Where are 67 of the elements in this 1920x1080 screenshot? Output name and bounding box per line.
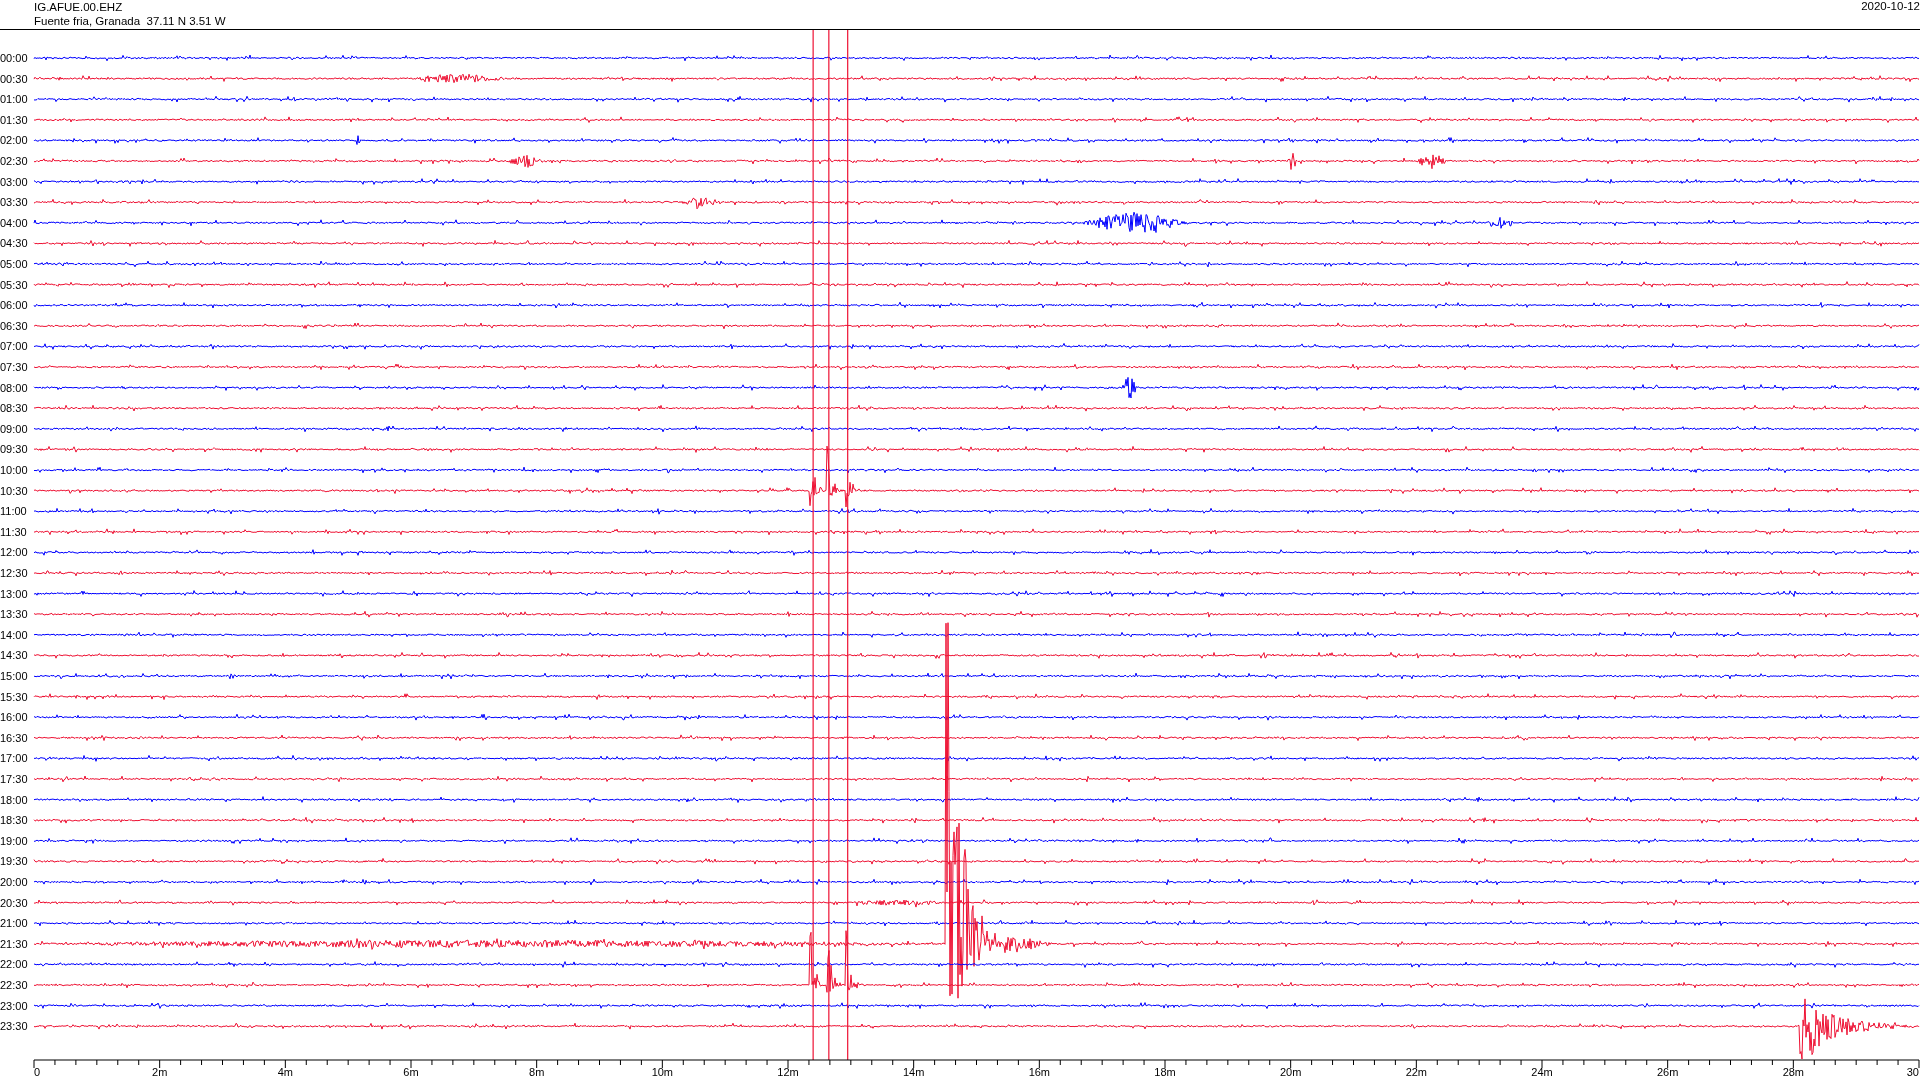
axis-tick-label: 16m xyxy=(1028,1066,1051,1078)
time-label: 03:00 xyxy=(0,175,28,188)
time-label: 10:00 xyxy=(0,464,28,476)
time-label: 12:30 xyxy=(0,567,28,579)
time-label: 06:00 xyxy=(0,299,28,312)
time-label: 18:00 xyxy=(0,793,28,806)
time-label: 13:00 xyxy=(0,587,28,600)
time-label: 07:00 xyxy=(0,340,28,353)
axis-tick-label: 12m xyxy=(777,1066,799,1078)
axis-tick-label: 0 xyxy=(34,1066,41,1078)
time-label: 05:00 xyxy=(0,258,28,270)
time-label: 04:30 xyxy=(0,237,28,250)
axis-tick-label: 18m xyxy=(1154,1066,1176,1078)
axis-tick-label: 24m xyxy=(1531,1066,1553,1078)
time-label: 15:30 xyxy=(0,690,28,703)
record-date: 2020-10-12 xyxy=(1861,0,1920,13)
axis-tick-label: 28m xyxy=(1782,1066,1805,1078)
time-label: 23:00 xyxy=(0,999,28,1012)
time-label: 17:30 xyxy=(0,773,28,785)
time-label: 23:30 xyxy=(0,1020,28,1033)
axis-tick-label: 4m xyxy=(277,1066,293,1078)
time-label: 19:00 xyxy=(0,834,28,847)
time-label: 11:00 xyxy=(0,505,27,518)
time-label: 18:30 xyxy=(0,814,28,827)
time-label: 14:00 xyxy=(0,628,28,641)
time-label: 08:00 xyxy=(0,381,28,394)
time-label: 21:30 xyxy=(0,937,28,950)
time-label: 08:30 xyxy=(0,402,28,415)
time-label: 11:30 xyxy=(0,525,27,538)
time-label: 06:30 xyxy=(0,319,28,332)
time-label: 01:00 xyxy=(0,93,28,106)
axis-tick-label: 14m xyxy=(902,1066,925,1078)
time-label: 16:30 xyxy=(0,731,28,744)
axis-tick-label: 26m xyxy=(1656,1066,1679,1078)
time-label: 19:30 xyxy=(0,855,28,868)
time-label: 03:30 xyxy=(0,196,28,209)
time-label: 09:30 xyxy=(0,443,28,456)
time-label: 20:30 xyxy=(0,896,28,909)
time-label: 20:00 xyxy=(0,876,28,888)
time-label: 10:30 xyxy=(0,484,28,497)
time-label: 22:30 xyxy=(0,979,28,991)
time-label: 15:00 xyxy=(0,670,28,682)
time-label: 13:30 xyxy=(0,608,28,621)
time-label: 14:30 xyxy=(0,649,28,662)
time-label: 17:00 xyxy=(0,752,28,765)
time-label: 05:30 xyxy=(0,278,28,291)
time-label: 04:00 xyxy=(0,216,28,229)
time-label: 07:30 xyxy=(0,361,28,373)
time-label: 12:00 xyxy=(0,546,28,559)
axis-tick-label: 8m xyxy=(529,1066,545,1078)
time-label: 00:00 xyxy=(0,52,28,64)
axis-tick-label: 10m xyxy=(651,1066,674,1078)
time-label: 02:30 xyxy=(0,155,28,167)
time-label: 22:00 xyxy=(0,958,28,971)
time-label: 01:30 xyxy=(0,113,28,126)
axis-tick-label: 30 xyxy=(1906,1066,1919,1078)
axis-tick-label: 2m xyxy=(152,1066,168,1078)
axis-tick-label: 22m xyxy=(1405,1066,1428,1078)
station-location: Fuente fria, Granada 37.11 N 3.51 W xyxy=(34,14,226,28)
axis-tick-label: 20m xyxy=(1279,1066,1302,1078)
station-code: IG.AFUE.00.EHZ xyxy=(34,0,124,14)
time-label: 16:00 xyxy=(0,711,28,724)
time-label: 09:00 xyxy=(0,422,28,435)
axis-tick-label: 6m xyxy=(403,1066,419,1078)
time-label: 21:00 xyxy=(0,917,28,930)
time-label: 00:30 xyxy=(0,72,28,85)
time-label: 02:00 xyxy=(0,134,28,147)
